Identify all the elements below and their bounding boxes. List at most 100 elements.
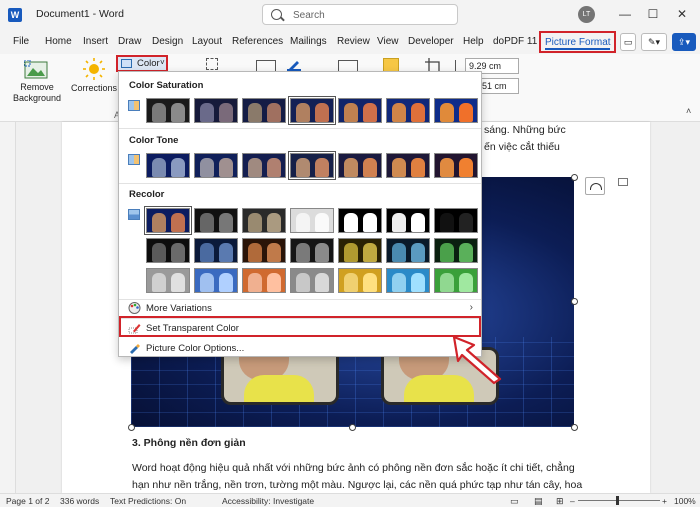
resize-handle-top-right[interactable]: [571, 174, 578, 181]
zoom-out-icon[interactable]: –: [570, 496, 575, 506]
swatch-figure: [296, 213, 310, 232]
recolor-swatch[interactable]: [434, 208, 478, 233]
focus-icon[interactable]: ▭: [510, 496, 519, 507]
remove-background-button[interactable]: Remove Background: [12, 82, 62, 104]
tab-references[interactable]: References: [232, 36, 283, 47]
tone-swatch[interactable]: [434, 153, 478, 178]
recolor-swatch[interactable]: [242, 238, 286, 263]
pen-border-icon[interactable]: [287, 57, 301, 71]
editing-pen-icon[interactable]: ✎▾: [641, 33, 667, 51]
tab-view[interactable]: View: [377, 36, 399, 47]
swatch-figure: [219, 158, 233, 177]
tone-swatch[interactable]: [288, 151, 336, 180]
recolor-swatch[interactable]: [242, 268, 286, 293]
recolor-swatch[interactable]: [434, 238, 478, 263]
saturation-swatch[interactable]: [146, 98, 190, 123]
swatch-figure: [344, 243, 358, 262]
tab-developer[interactable]: Developer: [408, 36, 454, 47]
search-input[interactable]: Search: [262, 4, 458, 25]
recolor-swatch[interactable]: [386, 238, 430, 263]
tab-insert[interactable]: Insert: [83, 36, 108, 47]
swatch-figure: [411, 273, 425, 292]
minimize-button[interactable]: —: [615, 5, 635, 23]
tab-dopdf[interactable]: doPDF 11: [493, 36, 537, 47]
saturation-swatch[interactable]: [242, 98, 286, 123]
zoom-in-icon[interactable]: +: [662, 496, 667, 506]
saturation-swatch[interactable]: [194, 98, 238, 123]
accessibility-status[interactable]: Accessibility: Investigate: [222, 496, 314, 506]
recolor-swatch[interactable]: [194, 268, 238, 293]
recolor-swatch[interactable]: [338, 238, 382, 263]
recolor-swatch[interactable]: [386, 268, 430, 293]
recolor-heading: Recolor: [129, 189, 165, 200]
recolor-swatch[interactable]: [194, 238, 238, 263]
recolor-swatch[interactable]: [194, 208, 238, 233]
saturation-swatch[interactable]: [386, 98, 430, 123]
color-button[interactable]: Color ˅: [116, 55, 168, 72]
page-count[interactable]: Page 1 of 2: [6, 496, 49, 506]
recolor-swatch[interactable]: [338, 268, 382, 293]
text-predictions-status[interactable]: Text Predictions: On: [110, 496, 186, 506]
saturation-swatch[interactable]: [434, 98, 478, 123]
print-layout-icon[interactable]: ▤: [534, 496, 543, 507]
width-field[interactable]: 51 cm: [478, 78, 519, 94]
tab-mailings[interactable]: Mailings: [290, 36, 327, 47]
layout-options-icon[interactable]: [585, 177, 605, 195]
tone-swatch[interactable]: [242, 153, 286, 178]
swatch-figure: [440, 213, 454, 232]
resize-handle-bottom-right[interactable]: [571, 424, 578, 431]
swatch-figure: [200, 273, 214, 292]
tab-design[interactable]: Design: [152, 36, 183, 47]
share-icon[interactable]: ⇪▾: [672, 33, 696, 51]
saturation-swatch[interactable]: [288, 96, 336, 125]
recolor-swatch[interactable]: [144, 206, 192, 235]
tab-draw[interactable]: Draw: [118, 36, 141, 47]
tab-file[interactable]: File: [13, 36, 29, 47]
tone-swatch[interactable]: [386, 153, 430, 178]
zoom-slider-thumb[interactable]: [616, 496, 619, 505]
swatch-figure: [152, 158, 166, 177]
word-count[interactable]: 336 words: [60, 496, 99, 506]
tone-swatch[interactable]: [194, 153, 238, 178]
zoom-level[interactable]: 100%: [674, 496, 696, 506]
resize-handle-right[interactable]: [571, 298, 578, 305]
resize-handle-bottom[interactable]: [349, 424, 356, 431]
corrections-sun-icon[interactable]: [83, 58, 105, 80]
close-button[interactable]: ✕: [672, 5, 692, 23]
tab-review[interactable]: Review: [337, 36, 370, 47]
corrections-button[interactable]: Corrections: [70, 83, 118, 93]
web-layout-icon[interactable]: ⊞: [556, 496, 564, 507]
recolor-swatch[interactable]: [242, 208, 286, 233]
comment-icon[interactable]: ▭: [620, 33, 636, 51]
tab-help[interactable]: Help: [463, 36, 484, 47]
compress-pictures-icon[interactable]: [206, 58, 218, 70]
collapse-ribbon-chevron-icon[interactable]: ˄: [686, 106, 691, 116]
recolor-swatch[interactable]: [146, 268, 190, 293]
tone-swatch[interactable]: [146, 153, 190, 178]
tab-layout[interactable]: Layout: [192, 36, 222, 47]
remove-background-icon[interactable]: [23, 59, 48, 80]
swatch-figure: [363, 158, 377, 177]
recolor-swatch[interactable]: [146, 238, 190, 263]
zoom-slider-track[interactable]: [578, 500, 660, 501]
resize-handle-bottom-left[interactable]: [128, 424, 135, 431]
saturation-swatch[interactable]: [338, 98, 382, 123]
tone-swatch[interactable]: [338, 153, 382, 178]
recolor-swatch[interactable]: [434, 268, 478, 293]
swatch-figure: [267, 243, 281, 262]
maximize-button[interactable]: ☐: [643, 5, 663, 23]
avatar[interactable]: LT: [578, 6, 595, 23]
swatch-figure: [152, 273, 166, 292]
swatch-figure: [267, 103, 281, 122]
recolor-swatch[interactable]: [290, 208, 334, 233]
recolor-swatch[interactable]: [290, 268, 334, 293]
recolor-swatch[interactable]: [338, 208, 382, 233]
swatch-figure: [296, 243, 310, 262]
comment-marker-icon[interactable]: [618, 178, 628, 186]
picture-color-options-item[interactable]: Picture Color Options...: [119, 339, 481, 358]
recolor-swatch[interactable]: [386, 208, 430, 233]
tab-home[interactable]: Home: [45, 36, 72, 47]
swatch-figure: [440, 103, 454, 122]
recolor-swatch[interactable]: [290, 238, 334, 263]
tab-picture-format[interactable]: Picture Format: [539, 31, 616, 53]
